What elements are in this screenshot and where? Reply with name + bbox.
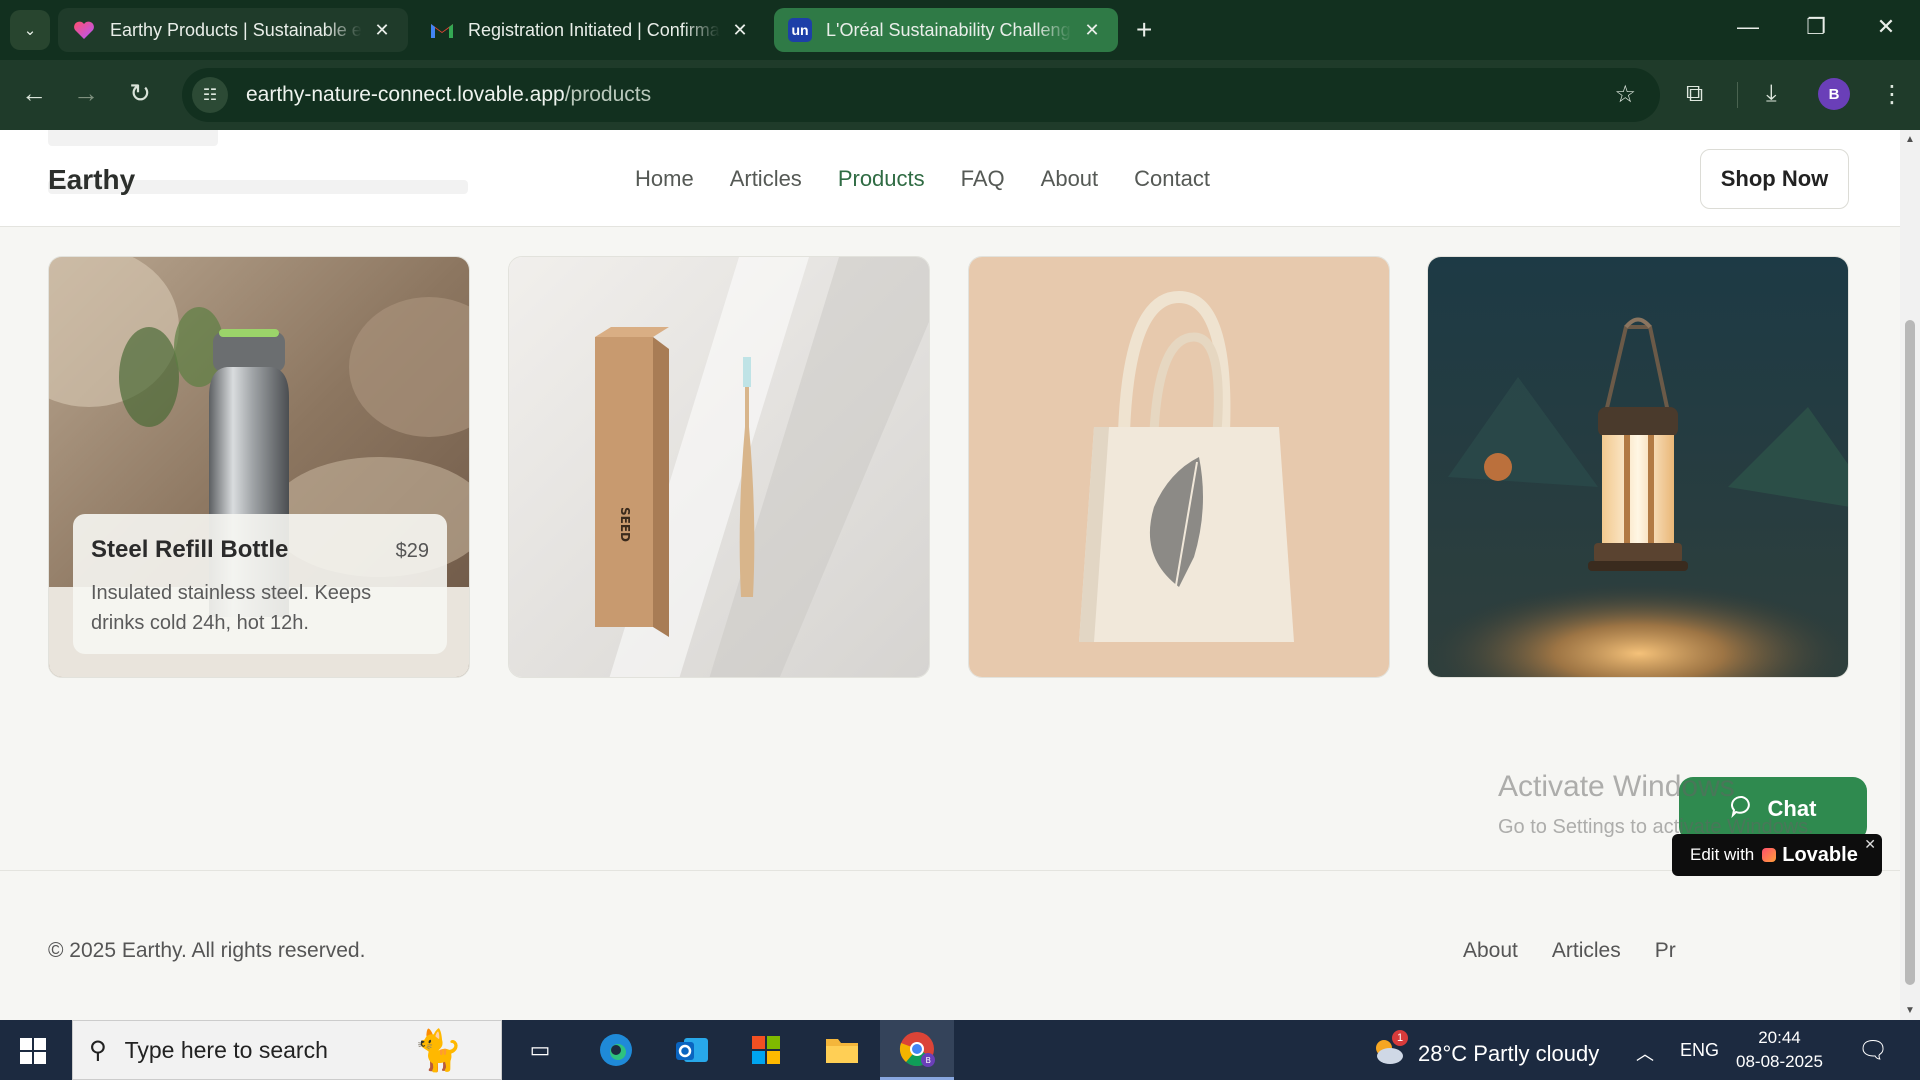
search-icon: ⚲ (89, 1036, 107, 1064)
shop-now-button[interactable]: Shop Now (1700, 149, 1849, 209)
product-info-panel: Steel Refill Bottle $29 Insulated stainl… (73, 514, 447, 654)
site-info-icon[interactable]: ☷ (192, 77, 228, 113)
tab-search-chevron-icon[interactable]: ⌄ (10, 10, 50, 50)
lovable-name: Lovable (1782, 843, 1858, 866)
lovable-prefix: Edit with (1690, 845, 1755, 864)
tab-loreal-challenge[interactable]: un L'Oréal Sustainability Challenge ✕ (774, 8, 1118, 52)
weather-text: 28°C Partly cloudy (1418, 1041, 1600, 1066)
more-menu-icon[interactable]: ⋮ (1880, 80, 1904, 109)
footer-links: About Articles Pr (1463, 939, 1676, 963)
tab-title: Earthy Products | Sustainable ev (110, 19, 362, 40)
svg-text:B: B (926, 1056, 932, 1065)
taskbar-search-box[interactable]: ⚲ Type here to search 🐈 (72, 1020, 502, 1080)
tab-title: L'Oréal Sustainability Challenge (826, 19, 1072, 40)
product-name: Steel Refill Bottle (91, 536, 289, 563)
new-tab-plus-icon[interactable]: + (1136, 14, 1152, 46)
forward-arrow-icon[interactable]: → (68, 78, 104, 109)
edit-with-lovable-badge[interactable]: Edit with Lovable ✕ (1672, 834, 1882, 876)
search-placeholder: Type here to search (124, 1036, 328, 1063)
unstop-icon: un (788, 18, 812, 42)
footer-link-products[interactable]: Pr (1655, 939, 1676, 963)
lovable-heart-icon (1762, 848, 1777, 862)
product-description: Insulated stainless steel. Keeps drinks … (91, 582, 372, 634)
browser-toolbar: ← → ↻ ☷ earthy-nature-connect.lovable.ap… (0, 60, 1920, 130)
nav-home[interactable]: Home (635, 166, 694, 192)
tray-overflow-chevron-icon[interactable]: ︿ (1636, 1040, 1654, 1066)
restore-icon[interactable]: ❐ (1796, 14, 1836, 40)
nav-about[interactable]: About (1041, 166, 1099, 192)
clock-time: 20:44 (1758, 1028, 1801, 1047)
url-host: earthy-nature-connect.lovable.app (246, 83, 565, 106)
download-icon[interactable]: ⤓ (1766, 80, 1777, 108)
toolbar-divider (1737, 82, 1738, 108)
close-icon[interactable]: ✕ (1864, 836, 1876, 853)
reload-icon[interactable]: ↻ (122, 78, 158, 109)
copyright-text: © 2025 Earthy. All rights reserved. (48, 939, 366, 962)
chrome-icon: B (898, 1030, 936, 1073)
partly-cloudy-icon: 1 (1370, 1030, 1408, 1072)
nav-contact[interactable]: Contact (1134, 166, 1210, 192)
search-highlight-cat-icon: 🐈 (413, 1029, 463, 1073)
language-indicator[interactable]: ENG (1680, 1040, 1719, 1061)
lovable-heart-icon (72, 18, 96, 42)
close-icon[interactable]: ✕ (370, 20, 394, 41)
page-scrollbar[interactable]: ▲ ▼ (1900, 130, 1920, 1020)
activate-windows-title: Activate Windows (1498, 770, 1735, 803)
product-card-toothbrush[interactable]: SEED (508, 256, 930, 678)
notification-center-icon[interactable]: 🗨 (1858, 1036, 1888, 1065)
file-explorer-icon[interactable] (822, 1030, 862, 1070)
back-arrow-icon[interactable]: ← (16, 78, 52, 109)
chrome-taskbar-button[interactable]: B (880, 1020, 954, 1080)
windows-start-icon[interactable] (20, 1038, 46, 1064)
product-price: $29 (395, 540, 429, 562)
extensions-puzzle-icon[interactable]: ⧉ (1686, 80, 1703, 108)
bamboo-toothbrush-image: SEED (509, 257, 929, 677)
site-footer: © 2025 Earthy. All rights reserved. Abou… (0, 870, 1900, 1020)
close-icon[interactable]: ✕ (1080, 20, 1104, 41)
scrolled-ghost-text (48, 130, 218, 146)
microsoft-store-icon[interactable] (746, 1030, 786, 1070)
url-text[interactable]: earthy-nature-connect.lovable.app/produc… (246, 83, 651, 107)
footer-link-articles[interactable]: Articles (1552, 939, 1621, 963)
browser-tab-strip: ⌄ Earthy Products | Sustainable ev ✕ Reg… (0, 0, 1920, 60)
close-icon[interactable]: ✕ (728, 20, 752, 41)
scroll-down-arrow-icon[interactable]: ▼ (1905, 1005, 1915, 1016)
scroll-thumb[interactable] (1905, 320, 1915, 985)
footer-link-about[interactable]: About (1463, 939, 1518, 963)
system-clock[interactable]: 20:44 08-08-2025 (1736, 1026, 1823, 1074)
tab-gmail[interactable]: Registration Initiated | Confirma ✕ (416, 8, 766, 52)
outlook-icon[interactable] (672, 1030, 712, 1070)
scroll-up-arrow-icon[interactable]: ▲ (1905, 134, 1915, 145)
weather-widget[interactable]: 1 28°C Partly cloudy (1370, 1030, 1600, 1072)
product-card-lantern[interactable] (1427, 256, 1849, 678)
clock-date: 08-08-2025 (1736, 1052, 1823, 1071)
task-view-icon[interactable]: ▭ (520, 1030, 560, 1070)
product-card-tote-bag[interactable] (968, 256, 1390, 678)
close-window-icon[interactable]: ✕ (1866, 14, 1906, 40)
minimize-icon[interactable]: — (1728, 14, 1768, 40)
nav-articles[interactable]: Articles (730, 166, 802, 192)
weather-badge: 1 (1392, 1030, 1408, 1046)
edge-browser-icon[interactable] (596, 1030, 636, 1070)
nav-products[interactable]: Products (838, 166, 925, 192)
site-nav: Home Articles Products FAQ About Contact (635, 166, 1210, 192)
tab-title: Registration Initiated | Confirma (468, 19, 720, 40)
lantern-image (1428, 257, 1848, 677)
url-path: /products (564, 83, 652, 106)
site-header: Earthy Home Articles Products FAQ About … (0, 130, 1900, 227)
gmail-icon (430, 18, 454, 42)
page-viewport: Earthy Home Articles Products FAQ About … (0, 130, 1900, 1020)
profile-avatar[interactable]: B (1818, 78, 1850, 110)
windows-taskbar: ⚲ Type here to search 🐈 ▭ B 1 28°C Partl… (0, 1020, 1920, 1080)
box-label: SEED (618, 507, 632, 542)
product-card-steel-bottle[interactable]: Steel Refill Bottle $29 Insulated stainl… (48, 256, 470, 678)
tab-earthy-products[interactable]: Earthy Products | Sustainable ev ✕ (58, 8, 408, 52)
site-logo[interactable]: Earthy (48, 164, 135, 196)
nav-faq[interactable]: FAQ (961, 166, 1005, 192)
canvas-tote-bag-image (969, 257, 1389, 677)
address-bar[interactable]: ☷ earthy-nature-connect.lovable.app/prod… (182, 68, 1660, 122)
bookmark-star-icon[interactable]: ☆ (1614, 80, 1636, 109)
